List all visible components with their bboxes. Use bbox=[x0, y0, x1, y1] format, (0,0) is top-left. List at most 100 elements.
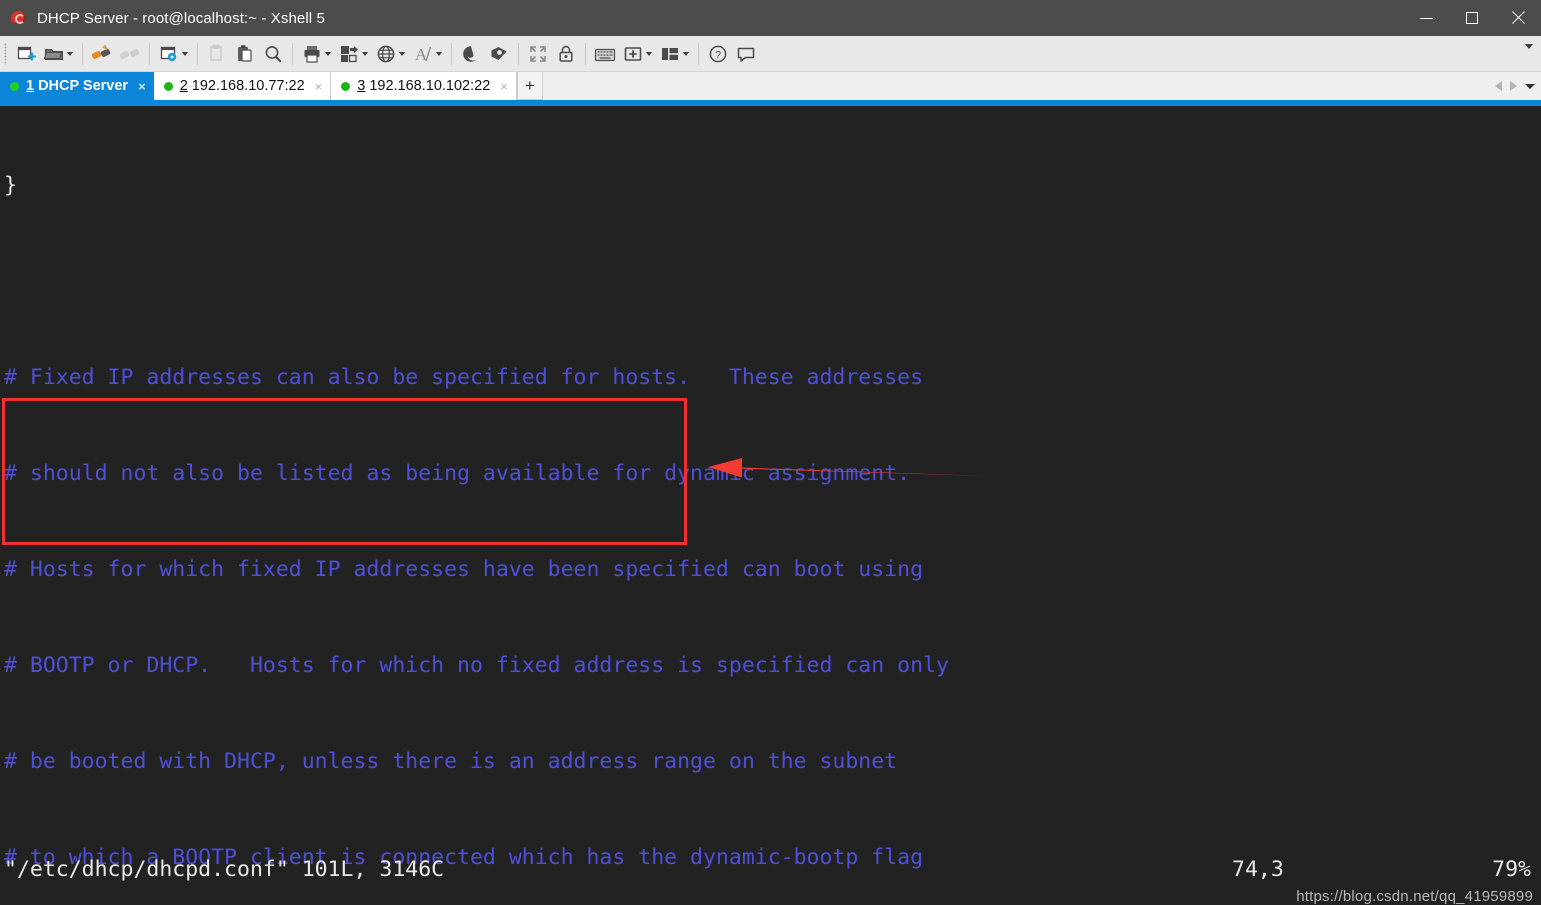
terminal-line: # Hosts for which fixed IP addresses hav… bbox=[4, 557, 924, 582]
tab-label: 192.168.10.77:22 bbox=[191, 78, 305, 94]
terminal-line: } bbox=[4, 173, 17, 198]
terminal-line: # BOOTP or DHCP. Hosts for which no fixe… bbox=[4, 653, 949, 678]
svg-text:?: ? bbox=[715, 49, 721, 61]
new-pane-button[interactable] bbox=[619, 39, 656, 69]
compose-bar-button[interactable] bbox=[591, 39, 619, 69]
vim-status-line: "/etc/dhcp/dhcpd.conf" 101L, 3146C 74,3 … bbox=[0, 857, 1541, 891]
session-properties-button[interactable] bbox=[155, 39, 192, 69]
tab-close-icon[interactable]: × bbox=[138, 80, 146, 93]
watermark-text: https://blog.csdn.net/qq_41959899 bbox=[1296, 888, 1533, 905]
chevron-down-icon[interactable] bbox=[646, 51, 652, 56]
connect-button[interactable] bbox=[88, 39, 116, 69]
lock-icon bbox=[555, 43, 577, 65]
disconnect-icon bbox=[119, 43, 141, 65]
file-transfer-icon bbox=[338, 43, 360, 65]
toolbar: A ? bbox=[0, 36, 1541, 72]
chevron-down-icon[interactable] bbox=[182, 51, 188, 56]
terminal-line: # should not also be listed as being ava… bbox=[4, 461, 911, 486]
tab-close-icon[interactable]: × bbox=[315, 80, 323, 93]
cut-button[interactable] bbox=[203, 39, 231, 69]
tab-scroll-left-icon[interactable] bbox=[1495, 81, 1502, 91]
status-file-info: "/etc/dhcp/dhcpd.conf" 101L, 3146C bbox=[4, 857, 445, 882]
toolbar-separator bbox=[149, 42, 150, 65]
print-icon bbox=[301, 43, 323, 65]
chevron-down-icon bbox=[1525, 43, 1533, 49]
tab-index: 2 bbox=[179, 78, 188, 94]
window-title: DHCP Server - root@localhost:~ - Xshell … bbox=[37, 9, 325, 27]
add-panel-icon bbox=[622, 43, 644, 65]
fullscreen-button[interactable] bbox=[524, 39, 552, 69]
tab-dhcp-server[interactable]: 1 DHCP Server × bbox=[0, 72, 154, 100]
chevron-down-icon[interactable] bbox=[683, 51, 689, 56]
tab-index: 1 bbox=[26, 78, 35, 94]
window-controls bbox=[1403, 0, 1541, 36]
chevron-down-icon[interactable] bbox=[325, 51, 331, 56]
xftp-button[interactable] bbox=[485, 39, 513, 69]
close-icon bbox=[1511, 11, 1525, 25]
tab-list-chevron-icon[interactable] bbox=[1525, 83, 1535, 89]
tab-scroll-right-icon[interactable] bbox=[1510, 81, 1517, 91]
toolbar-overflow-button[interactable] bbox=[1523, 40, 1535, 52]
toolbar-separator bbox=[451, 42, 452, 65]
shell-spiral-icon bbox=[460, 43, 482, 65]
layout-button[interactable] bbox=[656, 39, 693, 69]
help-button[interactable]: ? bbox=[704, 39, 732, 69]
font-icon: A bbox=[412, 43, 434, 65]
new-session-icon bbox=[15, 43, 37, 65]
toolbar-separator bbox=[197, 42, 198, 65]
minimize-button[interactable] bbox=[1403, 0, 1449, 36]
fullscreen-icon bbox=[527, 43, 549, 65]
new-session-button[interactable] bbox=[12, 39, 40, 69]
status-cursor-position: 74,3 bbox=[1232, 857, 1284, 882]
tab-label: DHCP Server bbox=[38, 78, 129, 94]
chevron-down-icon[interactable] bbox=[67, 51, 73, 56]
chat-button[interactable] bbox=[732, 39, 760, 69]
tab-index: 3 bbox=[357, 78, 366, 94]
globe-icon bbox=[375, 43, 397, 65]
connect-icon bbox=[91, 43, 113, 65]
maximize-button[interactable] bbox=[1449, 0, 1495, 36]
tab-192-168-10-102[interactable]: 3 192.168.10.102:22 × bbox=[331, 72, 517, 100]
web-button[interactable] bbox=[372, 39, 409, 69]
minimize-icon bbox=[1419, 17, 1433, 19]
connection-status-dot bbox=[341, 81, 351, 91]
help-icon: ? bbox=[707, 43, 729, 65]
new-tab-button[interactable]: + bbox=[516, 72, 543, 100]
lock-button[interactable] bbox=[552, 39, 580, 69]
layout-icon bbox=[659, 43, 681, 65]
shell-folder-icon bbox=[488, 43, 510, 65]
open-session-button[interactable] bbox=[40, 39, 77, 69]
print-button[interactable] bbox=[298, 39, 335, 69]
toolbar-separator bbox=[518, 42, 519, 65]
connection-status-dot bbox=[10, 81, 19, 91]
toolbar-grip[interactable] bbox=[4, 42, 7, 65]
font-button[interactable]: A bbox=[409, 39, 446, 69]
snail-icon bbox=[8, 9, 28, 27]
toolbar-separator bbox=[585, 42, 586, 65]
file-transfer-button[interactable] bbox=[335, 39, 372, 69]
disconnect-button[interactable] bbox=[116, 39, 144, 69]
chevron-down-icon[interactable] bbox=[399, 51, 405, 56]
connection-status-dot bbox=[163, 81, 173, 91]
paste-button[interactable] bbox=[231, 39, 259, 69]
tab-label: 192.168.10.102:22 bbox=[369, 78, 491, 94]
svg-text:A: A bbox=[415, 45, 428, 64]
toolbar-separator bbox=[698, 42, 699, 65]
open-folder-icon bbox=[43, 43, 65, 65]
search-icon bbox=[262, 43, 284, 65]
tab-bar: 1 DHCP Server × 2 192.168.10.77:22 × 3 1… bbox=[0, 72, 1541, 106]
keyboard-icon bbox=[594, 43, 616, 65]
xshell-button[interactable] bbox=[457, 39, 485, 69]
terminal-line: # be booted with DHCP, unless there is a… bbox=[4, 749, 898, 774]
tab-close-icon[interactable]: × bbox=[500, 80, 508, 93]
close-button[interactable] bbox=[1495, 0, 1541, 36]
tab-192-168-10-77[interactable]: 2 192.168.10.77:22 × bbox=[153, 72, 332, 100]
chevron-down-icon[interactable] bbox=[362, 51, 368, 56]
terminal-screen[interactable]: } # Fixed IP addresses can also be speci… bbox=[0, 106, 1541, 905]
xshell-window: DHCP Server - root@localhost:~ - Xshell … bbox=[0, 0, 1541, 905]
toolbar-separator bbox=[82, 42, 83, 65]
tab-bar-controls bbox=[1495, 72, 1541, 100]
find-button[interactable] bbox=[259, 39, 287, 69]
chevron-down-icon[interactable] bbox=[436, 51, 442, 56]
title-bar: DHCP Server - root@localhost:~ - Xshell … bbox=[0, 0, 1541, 36]
